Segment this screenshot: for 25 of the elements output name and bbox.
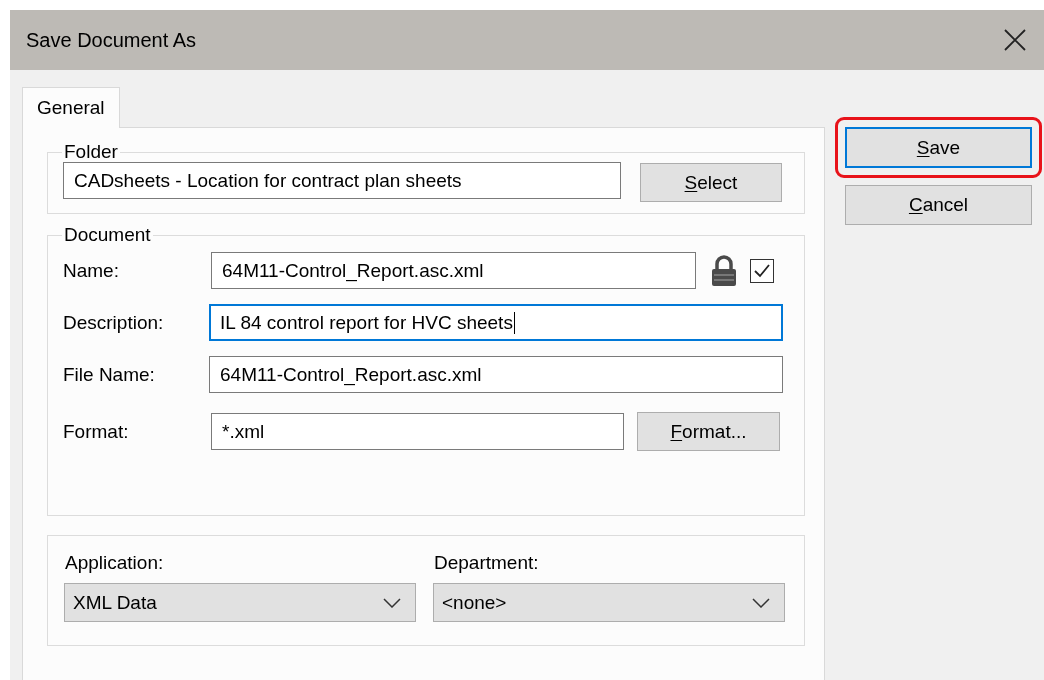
text-field[interactable]: *.xml <box>211 413 624 450</box>
field-label: File Name: <box>63 363 156 386</box>
field-label: Department: <box>434 552 540 574</box>
checkbox[interactable] <box>750 258 774 283</box>
text-field[interactable]: IL 84 control report for HVC sheets <box>209 304 783 341</box>
field-label: Name: <box>63 259 120 282</box>
select-button[interactable]: Select <box>640 163 782 202</box>
tab[interactable]: General <box>22 87 120 128</box>
dropdown[interactable]: XML Data <box>64 583 416 622</box>
text-field[interactable]: CADsheets - Location for contract plan sheets <box>63 162 621 199</box>
field-label: Format: <box>63 420 130 443</box>
cancel-button[interactable]: Cancel <box>845 185 1032 225</box>
group-label: Folder <box>63 141 119 163</box>
group-label: Document <box>63 224 152 246</box>
text-field[interactable]: 64M11-Control_Report.asc.xml <box>209 356 783 393</box>
close-icon[interactable] <box>1004 29 1026 51</box>
chevron-down-icon <box>383 597 401 608</box>
format-button[interactable]: Format... <box>637 412 780 451</box>
field-label: Description: <box>63 311 165 334</box>
text-field[interactable]: 64M11-Control_Report.asc.xml <box>211 252 696 289</box>
save-button[interactable]: Save <box>845 127 1032 168</box>
window-title: Save Document As <box>26 28 197 52</box>
chevron-down-icon <box>752 597 770 608</box>
dropdown[interactable]: <none> <box>433 583 785 622</box>
field-label: Application: <box>65 552 165 574</box>
